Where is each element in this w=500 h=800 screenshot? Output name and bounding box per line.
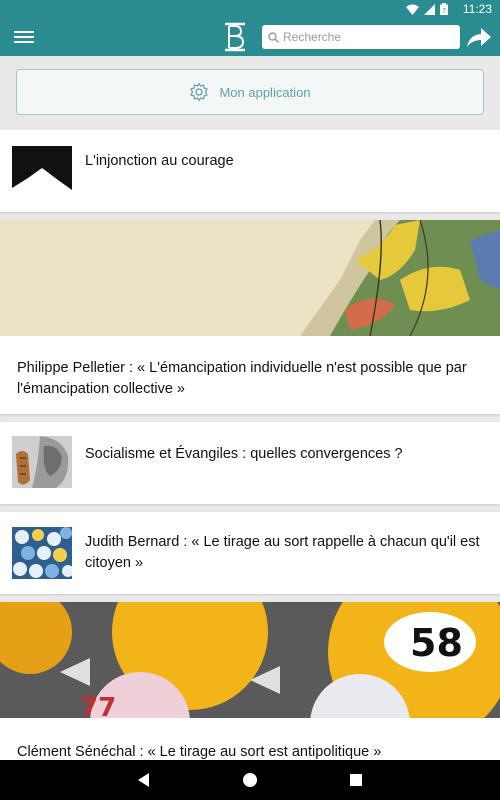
che-thumb	[12, 436, 72, 488]
article-card[interactable]: 58 77 Clément Sénéchal : « Le tirage au …	[0, 602, 500, 760]
article-card[interactable]: Socialisme et Évangiles : quelles conver…	[0, 422, 500, 504]
article-feed[interactable]: Mon application L'injonction au courage …	[0, 56, 500, 760]
search-box[interactable]	[262, 25, 460, 49]
article-title: Philippe Pelletier : « L'émancipation in…	[17, 360, 467, 397]
article-card[interactable]: L'injonction au courage	[0, 130, 500, 212]
article-card[interactable]: Philippe Pelletier : « L'émancipation in…	[0, 220, 500, 414]
status-bar: ? 11:23	[0, 0, 500, 18]
status-icons: ?	[406, 3, 448, 15]
svg-text:?: ?	[442, 7, 446, 15]
my-application-button[interactable]: Mon application	[16, 69, 484, 115]
home-circle-icon[interactable]	[240, 770, 260, 790]
my-application-label: Mon application	[219, 84, 311, 100]
article-title: Socialisme et Évangiles : quelles conver…	[85, 446, 403, 462]
article-title: Judith Bernard : « Le tirage au sort rap…	[85, 534, 480, 571]
search-input[interactable]	[283, 30, 453, 44]
share-arrow-icon[interactable]	[465, 25, 493, 49]
bingo-thumb	[12, 527, 72, 579]
article-card[interactable]: Judith Bernard : « Le tirage au sort rap…	[0, 512, 500, 594]
clock: 11:23	[462, 2, 492, 16]
system-navigation-bar	[0, 760, 500, 800]
svg-text:77: 77	[80, 693, 116, 718]
article-title: L'injonction au courage	[85, 153, 234, 169]
hamburger-menu-icon[interactable]	[12, 28, 36, 46]
svg-text:58: 58	[410, 621, 463, 665]
back-triangle-icon[interactable]	[134, 770, 154, 790]
map-banner	[0, 220, 500, 336]
search-icon	[268, 31, 279, 43]
wifi-icon	[406, 4, 419, 15]
mountain-thumb	[12, 146, 72, 198]
bingo-balls-banner: 58 77	[0, 602, 500, 718]
b-logo-icon[interactable]	[222, 22, 248, 52]
gear-icon	[190, 82, 209, 102]
app-bar	[0, 18, 500, 56]
battery-icon: ?	[440, 3, 448, 15]
article-title: Clément Sénéchal : « Le tirage au sort e…	[17, 744, 382, 760]
signal-icon	[424, 3, 435, 15]
recents-square-icon[interactable]	[346, 770, 366, 790]
